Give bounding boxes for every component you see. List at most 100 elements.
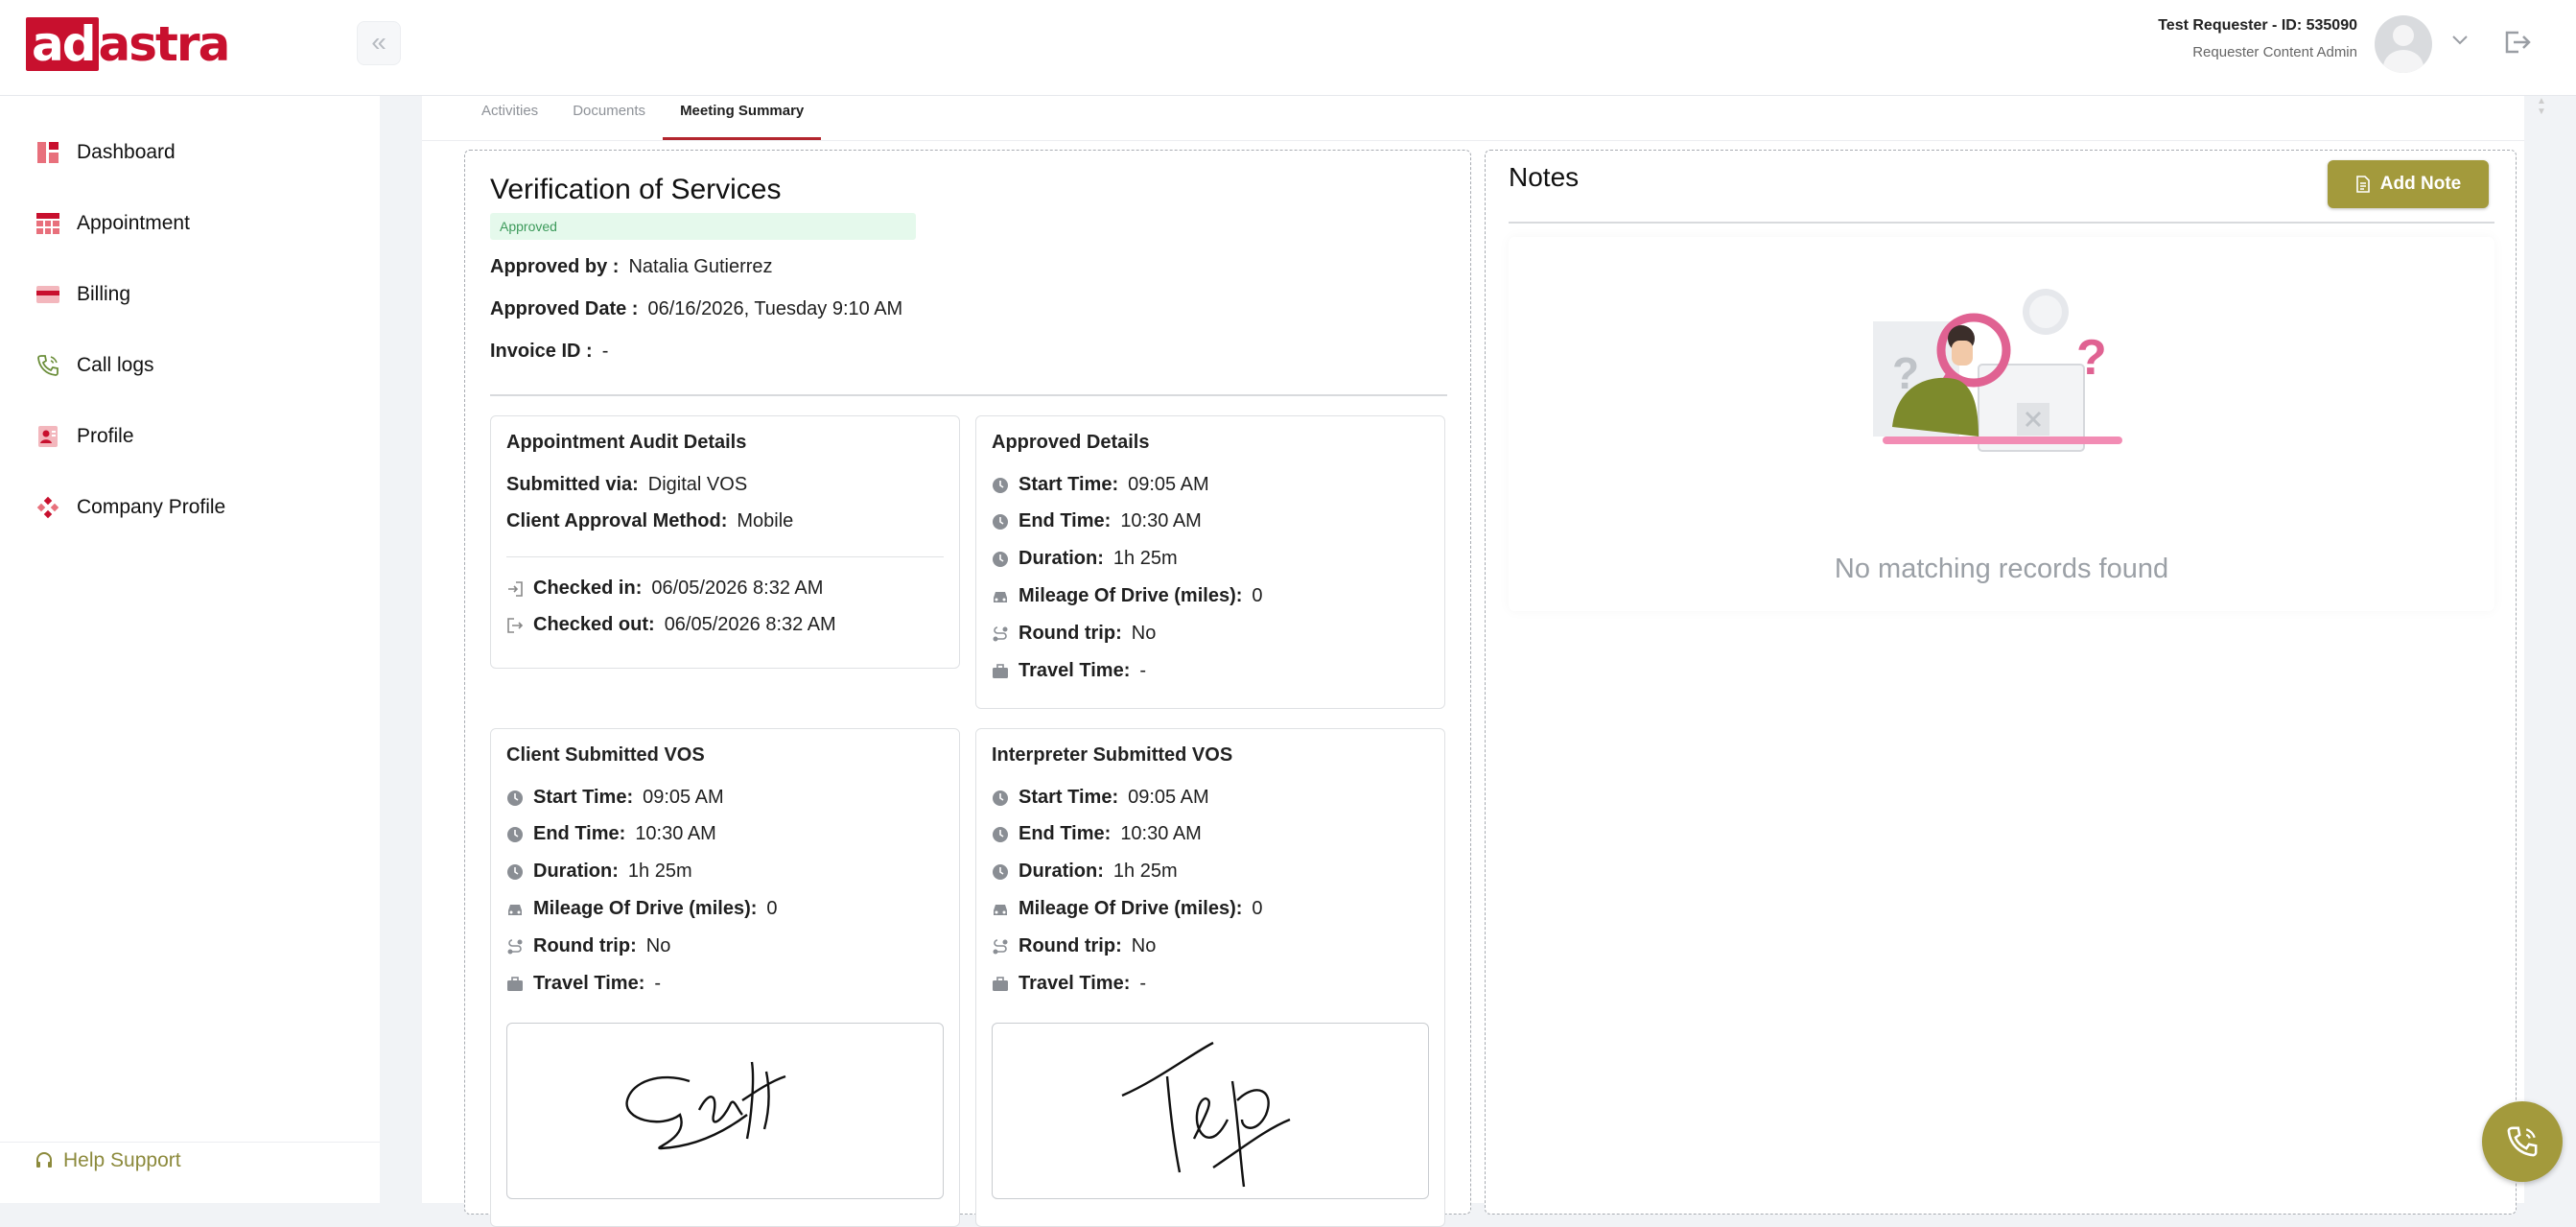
mileage-row: Mileage Of Drive (miles): 0 — [992, 898, 1263, 920]
duration-value: 1h 25m — [1112, 548, 1178, 569]
tab-meeting-summary[interactable]: Meeting Summary — [663, 96, 822, 140]
logout-icon[interactable] — [2499, 25, 2534, 59]
round-trip-row: Round trip: No — [506, 935, 670, 957]
top-bar: adastra « Test Requester - ID: 535090 Re… — [0, 0, 2576, 96]
notes-title: Notes — [1509, 162, 1580, 192]
empty-illustration: ? ? — [1873, 289, 2122, 452]
end-time-row: End Time: 10:30 AM — [506, 823, 716, 845]
sidebar-item-billing[interactable]: Billing — [35, 275, 130, 314]
checked-out-label: Checked out: — [533, 614, 655, 635]
clock-icon — [992, 826, 1009, 843]
route-icon — [992, 625, 1009, 643]
car-icon — [992, 901, 1009, 918]
duration-value: 1h 25m — [627, 861, 692, 882]
interpreter-signature-drawing — [1121, 1041, 1291, 1188]
end-time-value: 10:30 AM — [1120, 510, 1202, 531]
checked-in-label: Checked in: — [533, 578, 643, 599]
briefcase-icon — [992, 663, 1009, 680]
approved-by-row: Approved by : Natalia Gutierrez — [490, 256, 773, 278]
profile-icon — [35, 423, 61, 450]
clock-icon — [992, 863, 1009, 881]
travel-time-label: Travel Time: — [533, 973, 645, 994]
main-content: Activities Documents Meeting Summary Ver… — [422, 96, 2524, 1227]
approval-method-label: Client Approval Method: — [506, 510, 728, 531]
briefcase-icon — [506, 976, 524, 993]
sidebar-divider — [0, 1142, 380, 1143]
empty-message: No matching records found — [1834, 554, 2169, 584]
mileage-value: 0 — [766, 898, 778, 919]
add-note-label: Add Note — [2379, 174, 2462, 194]
checked-in-value: 06/05/2026 8:32 AM — [651, 578, 824, 599]
start-time-label: Start Time: — [1019, 474, 1119, 495]
submitted-via-row: Submitted via: Digital VOS — [506, 474, 747, 496]
end-time-label: End Time: — [533, 823, 626, 844]
end-time-label: End Time: — [1019, 510, 1112, 531]
collapse-sidebar-button[interactable]: « — [357, 21, 401, 65]
avatar-body — [2383, 50, 2424, 73]
end-time-value: 10:30 AM — [635, 823, 716, 844]
approved-details-title: Approved Details — [992, 432, 1150, 453]
approved-details-card: Approved Details Start Time: 09:05 AM End… — [975, 415, 1445, 709]
round-trip-value: No — [1131, 935, 1157, 956]
svg-text:?: ? — [2076, 330, 2107, 386]
sidebar-item-call-logs[interactable]: Call logs — [35, 346, 154, 385]
tab-documents[interactable]: Documents — [555, 96, 663, 140]
submitted-via-label: Submitted via: — [506, 474, 639, 495]
duration-label: Duration: — [533, 861, 619, 882]
sidebar-item-label: Profile — [77, 425, 134, 447]
travel-time-row: Travel Time: - — [992, 660, 1146, 682]
tab-activities[interactable]: Activities — [464, 96, 555, 140]
avatar-head — [2393, 25, 2414, 46]
brand-logo[interactable]: adastra — [26, 17, 230, 71]
sidebar-item-dashboard[interactable]: Dashboard — [35, 133, 176, 172]
approved-date-label: Approved Date : — [490, 298, 639, 319]
end-time-row: End Time: 10:30 AM — [992, 510, 1202, 532]
sidebar-item-company-profile[interactable]: Company Profile — [35, 488, 225, 527]
verification-title: Verification of Services — [490, 174, 782, 205]
clock-icon — [506, 863, 524, 881]
sidebar-item-label: Dashboard — [77, 141, 176, 163]
end-time-row: End Time: 10:30 AM — [992, 823, 1202, 845]
interpreter-signature — [992, 1023, 1429, 1199]
audit-title: Appointment Audit Details — [506, 432, 747, 453]
sidebar-item-label: Company Profile — [77, 496, 226, 518]
add-note-button[interactable]: Add Note — [2328, 160, 2489, 208]
empty-state: ? ? No matching records found — [1509, 237, 2494, 611]
start-time-label: Start Time: — [1019, 787, 1119, 808]
round-trip-label: Round trip: — [1019, 935, 1122, 956]
avatar[interactable] — [2375, 15, 2432, 73]
sidebar-item-profile[interactable]: Profile — [35, 417, 134, 456]
travel-time-value: - — [1139, 660, 1147, 681]
sidebar-item-appointment[interactable]: Appointment — [35, 204, 190, 243]
invoice-row: Invoice ID :- — [490, 341, 608, 363]
checked-in-row: Checked in: 06/05/2026 8:32 AM — [506, 578, 823, 600]
travel-time-value: - — [1139, 973, 1147, 994]
travel-time-row: Travel Time: - — [992, 973, 1146, 995]
phone-icon — [2506, 1125, 2539, 1158]
round-trip-label: Round trip: — [533, 935, 637, 956]
duration-label: Duration: — [1019, 861, 1104, 882]
duration-row: Duration: 1h 25m — [992, 861, 1178, 883]
dashboard-icon — [35, 139, 61, 166]
scrollbar[interactable]: ▲ ▼ — [2534, 96, 2549, 140]
approved-by-label: Approved by : — [490, 256, 620, 277]
clock-icon — [992, 551, 1009, 568]
car-icon — [992, 588, 1009, 605]
chevron-down-icon[interactable] — [2449, 29, 2471, 50]
help-support-link[interactable]: Help Support — [35, 1149, 181, 1172]
clock-icon — [992, 513, 1009, 531]
round-trip-value: No — [1131, 623, 1157, 644]
card-divider — [506, 556, 944, 557]
start-time-row: Start Time: 09:05 AM — [992, 474, 1209, 496]
approval-method-value: Mobile — [737, 510, 794, 531]
status-badge: Approved — [490, 213, 916, 240]
call-fab-button[interactable] — [2482, 1101, 2563, 1182]
client-signature — [506, 1023, 944, 1199]
sidebar — [0, 96, 380, 1203]
approved-by-value: Natalia Gutierrez — [628, 256, 773, 277]
notes-panel: Notes Add Note ? ? No matching records f… — [1485, 150, 2517, 1215]
mileage-label: Mileage Of Drive (miles): — [1019, 898, 1243, 919]
travel-time-value: - — [654, 973, 662, 994]
sign-out-icon — [506, 617, 524, 634]
invoice-label: Invoice ID : — [490, 341, 593, 362]
